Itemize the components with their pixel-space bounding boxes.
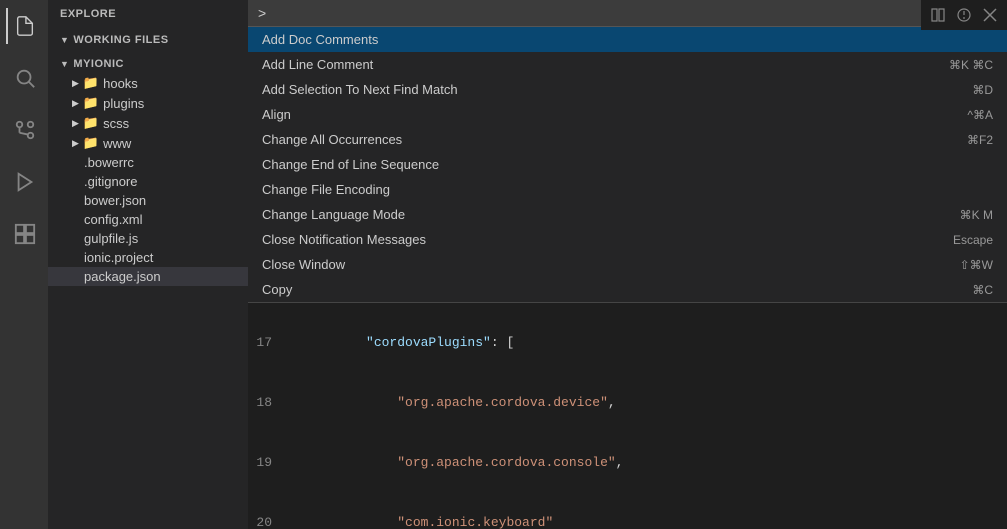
folder-www-label: www [103,136,131,151]
dropdown-item-9[interactable]: Close Window ⇧⌘W [248,252,1007,277]
dropdown-item-7[interactable]: Change Language Mode ⌘K M [248,202,1007,227]
folder-hooks-arrow: ▶ [72,78,79,89]
close-editor-icon[interactable] [979,4,1001,26]
working-files-label: WORKING FILES [73,34,168,46]
file-gitignore[interactable]: .gitignore [48,172,248,191]
dropdown-item-2[interactable]: Add Selection To Next Find Match ⌘D [248,77,1007,102]
folder-hooks[interactable]: ▶ 📁 hooks [48,73,248,93]
dropdown-item-8-label: Close Notification Messages [262,232,426,247]
dropdown-item-0-label: Add Doc Comments [262,32,378,47]
dropdown-item-3-label: Align [262,107,291,122]
folder-scss-arrow: ▶ [72,118,79,129]
folder-www-icon: 📁 [83,135,99,151]
file-bower-json-label: bower.json [84,193,146,208]
command-palette: Add Doc Comments Add Line Comment ⌘K ⌘C … [248,0,1007,303]
code-line-19: 19 "org.apache.cordova.console", [248,433,1007,493]
folder-plugins-label: plugins [103,96,144,111]
dropdown-item-7-shortcut: ⌘K M [960,208,993,222]
line-code-17: "cordovaPlugins": [ [288,313,1007,373]
search-icon[interactable] [6,60,42,96]
dropdown-item-5[interactable]: Change End of Line Sequence [248,152,1007,177]
myionic-arrow: ▼ [60,59,69,69]
folder-scss-label: scss [103,116,129,131]
dropdown-item-4-shortcut: ⌘F2 [967,133,993,147]
dropdown-item-2-label: Add Selection To Next Find Match [262,82,458,97]
dropdown-item-6[interactable]: Change File Encoding [248,177,1007,202]
source-control-icon[interactable] [6,112,42,148]
command-input-row[interactable] [248,0,1007,27]
myionic-label: MYIONIC [73,58,124,70]
folder-hooks-icon: 📁 [83,75,99,91]
dropdown-item-0[interactable]: Add Doc Comments [248,27,1007,52]
debug-icon[interactable] [6,164,42,200]
activity-bar [0,0,48,529]
dropdown-item-6-label: Change File Encoding [262,182,390,197]
sidebar-header: EXPLORE [48,0,248,28]
file-ionic-project-label: ionic.project [84,250,153,265]
dropdown-item-8-shortcut: Escape [953,233,993,247]
line-code-20: "com.ionic.keyboard" [288,493,1007,529]
line-code-19: "org.apache.cordova.console", [288,433,1007,493]
line-number-18: 18 [248,393,288,413]
dropdown-item-10-label: Copy [262,282,292,297]
command-input[interactable] [258,5,997,21]
dropdown-item-9-label: Close Window [262,257,345,272]
folder-www-arrow: ▶ [72,138,79,149]
dropdown-item-10[interactable]: Copy ⌘C [248,277,1007,302]
line-number-19: 19 [248,453,288,473]
folder-plugins[interactable]: ▶ 📁 plugins [48,93,248,113]
file-ionic-project[interactable]: ionic.project [48,248,248,267]
myionic-section: ▼ MYIONIC ▶ 📁 hooks ▶ 📁 plugins ▶ 📁 scss… [48,52,248,289]
myionic-header[interactable]: ▼ MYIONIC [48,55,248,73]
file-package-json-label: package.json [84,269,161,284]
split-editor-icon[interactable] [927,4,949,26]
editor-titlebar-icons [921,0,1007,30]
folder-scss[interactable]: ▶ 📁 scss [48,113,248,133]
file-bower-json[interactable]: bower.json [48,191,248,210]
code-line-20: 20 "com.ionic.keyboard" [248,493,1007,529]
file-package-json[interactable]: package.json [48,267,248,286]
dropdown-item-1-label: Add Line Comment [262,57,373,72]
working-files-header[interactable]: ▼ WORKING FILES [48,31,248,49]
dropdown-item-10-shortcut: ⌘C [972,283,993,297]
working-files-arrow: ▼ [60,35,69,45]
working-files-section: ▼ WORKING FILES [48,28,248,52]
dropdown-item-3[interactable]: Align ^⌘A [248,102,1007,127]
code-editor: 17 "cordovaPlugins": [ 18 "org.apache.co… [248,305,1007,529]
sidebar: EXPLORE ▼ WORKING FILES ▼ MYIONIC ▶ 📁 ho… [48,0,248,529]
dropdown-item-2-shortcut: ⌘D [972,83,993,97]
dropdown-item-4-label: Change All Occurrences [262,132,402,147]
code-line-17: 17 "cordovaPlugins": [ [248,313,1007,373]
dropdown-item-1-shortcut: ⌘K ⌘C [949,58,993,72]
dropdown-item-5-label: Change End of Line Sequence [262,157,439,172]
line-number-17: 17 [248,333,288,353]
editor-area: Add Doc Comments Add Line Comment ⌘K ⌘C … [248,0,1007,529]
open-changes-icon[interactable] [953,4,975,26]
file-gulpfile[interactable]: gulpfile.js [48,229,248,248]
file-config-xml[interactable]: config.xml [48,210,248,229]
explorer-icon[interactable] [6,8,42,44]
dropdown-item-4[interactable]: Change All Occurrences ⌘F2 [248,127,1007,152]
line-code-18: "org.apache.cordova.device", [288,373,1007,433]
file-bowerrc-label: .bowerrc [84,155,134,170]
folder-plugins-icon: 📁 [83,95,99,111]
dropdown-item-9-shortcut: ⇧⌘W [960,258,993,272]
folder-plugins-arrow: ▶ [72,98,79,109]
dropdown-item-8[interactable]: Close Notification Messages Escape [248,227,1007,252]
dropdown-item-3-shortcut: ^⌘A [967,108,993,122]
line-number-20: 20 [248,513,288,529]
extensions-icon[interactable] [6,216,42,252]
folder-www[interactable]: ▶ 📁 www [48,133,248,153]
dropdown-item-1[interactable]: Add Line Comment ⌘K ⌘C [248,52,1007,77]
file-config-xml-label: config.xml [84,212,143,227]
folder-hooks-label: hooks [103,76,138,91]
file-gitignore-label: .gitignore [84,174,137,189]
folder-scss-icon: 📁 [83,115,99,131]
file-gulpfile-label: gulpfile.js [84,231,138,246]
dropdown-item-7-label: Change Language Mode [262,207,405,222]
file-bowerrc[interactable]: .bowerrc [48,153,248,172]
code-line-18: 18 "org.apache.cordova.device", [248,373,1007,433]
